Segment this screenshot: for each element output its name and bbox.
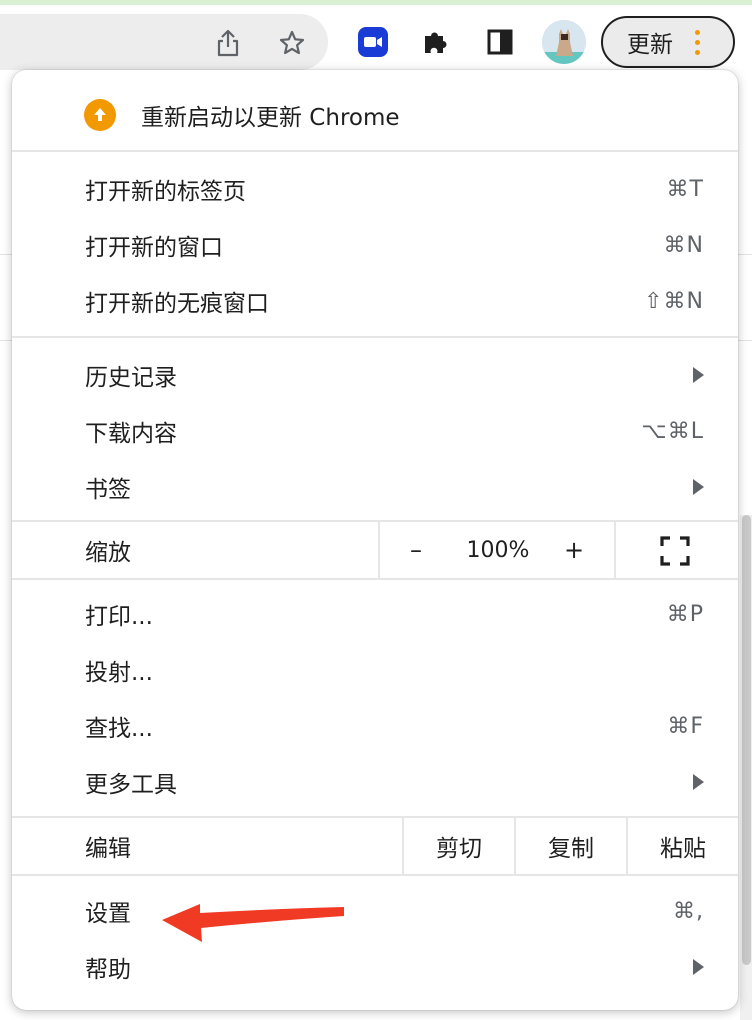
submenu-arrow-icon (693, 959, 704, 975)
zoom-label: 缩放 (85, 540, 131, 566)
menu-item-settings[interactable]: 设置 ⌘, (12, 883, 738, 939)
menu-item-label: 更多工具 (85, 772, 177, 798)
menu-item-new-incognito-window[interactable]: 打开新的无痕窗口 ⇧⌘N (12, 273, 738, 329)
menu-item-label: 打开新的标签页 (85, 179, 246, 205)
copy-button[interactable]: 复制 (516, 818, 626, 874)
menu-item-relaunch-update[interactable]: 重新启动以更新 Chrome (12, 84, 738, 146)
menu-item-label: 投射... (85, 660, 153, 686)
menu-separator (12, 336, 738, 338)
zoom-meeting-icon[interactable] (357, 26, 389, 58)
menu-item-label: 打开新的窗口 (85, 235, 223, 261)
menu-item-history[interactable]: 历史记录 (12, 347, 738, 403)
chrome-main-menu: 重新启动以更新 Chrome 打开新的标签页 ⌘T 打开新的窗口 ⌘N 打开新的… (12, 70, 738, 1010)
menu-zoom-row: 缩放 – 100% + (12, 522, 738, 578)
update-arrow-icon (84, 99, 116, 131)
red-annotation-arrow-icon (162, 904, 344, 942)
menu-item-label: 下载内容 (85, 421, 177, 447)
menu-separator (12, 578, 738, 580)
menu-item-downloads[interactable]: 下载内容 ⌥⌘L (12, 403, 738, 459)
menu-item-find[interactable]: 查找... ⌘F (12, 698, 738, 754)
menu-item-shortcut: ⌘F (667, 713, 704, 739)
menu-item-label: 打印... (85, 604, 153, 630)
menu-item-cast[interactable]: 投射... (12, 642, 738, 698)
menu-item-label: 重新启动以更新 Chrome (141, 105, 400, 131)
menu-item-bookmarks[interactable]: 书签 (12, 459, 738, 515)
menu-item-label: 打开新的无痕窗口 (85, 291, 269, 317)
profile-avatar[interactable] (542, 20, 586, 64)
cut-button[interactable]: 剪切 (404, 818, 514, 874)
zoom-divider (614, 522, 616, 578)
menu-item-new-tab[interactable]: 打开新的标签页 ⌘T (12, 161, 738, 217)
menu-separator (12, 874, 738, 876)
side-panel-icon[interactable] (485, 26, 515, 58)
zoom-divider (378, 522, 380, 578)
menu-item-shortcut: ⌘N (663, 232, 704, 258)
page-divider (0, 340, 12, 341)
update-button-label: 更新 (627, 32, 673, 58)
zoom-in-button[interactable]: + (562, 522, 586, 578)
page-divider (738, 254, 752, 255)
menu-item-label: 查找... (85, 716, 153, 742)
menu-item-label: 历史记录 (85, 365, 177, 391)
update-button[interactable]: 更新 (601, 16, 735, 68)
zoom-level: 100% (466, 537, 530, 563)
menu-item-new-window[interactable]: 打开新的窗口 ⌘N (12, 217, 738, 273)
more-menu-icon (695, 29, 700, 55)
extensions-puzzle-icon[interactable] (420, 26, 452, 58)
menu-item-label: 书签 (85, 477, 131, 503)
menu-item-shortcut: ⌘, (673, 898, 704, 924)
zoom-out-button[interactable]: – (404, 522, 428, 578)
menu-item-help[interactable]: 帮助 (12, 939, 738, 995)
star-icon[interactable] (276, 27, 308, 59)
menu-item-shortcut: ⌥⌘L (641, 418, 704, 444)
menu-item-more-tools[interactable]: 更多工具 (12, 754, 738, 810)
menu-item-label: 帮助 (85, 957, 131, 983)
share-icon[interactable] (212, 27, 244, 59)
fullscreen-icon[interactable] (660, 536, 690, 566)
submenu-arrow-icon (693, 479, 704, 495)
page-divider (738, 340, 752, 341)
submenu-arrow-icon (693, 367, 704, 383)
edit-label: 编辑 (85, 836, 131, 862)
menu-item-shortcut: ⌘P (666, 601, 704, 627)
menu-item-print[interactable]: 打印... ⌘P (12, 586, 738, 642)
page-divider (0, 254, 12, 255)
menu-edit-row: 编辑 剪切 复制 粘贴 (12, 818, 738, 874)
page-scrollbar-thumb[interactable] (742, 515, 751, 965)
menu-item-shortcut: ⌘T (666, 176, 704, 202)
paste-button[interactable]: 粘贴 (628, 818, 738, 874)
menu-separator (12, 150, 738, 152)
submenu-arrow-icon (693, 774, 704, 790)
menu-item-shortcut: ⇧⌘N (644, 288, 704, 314)
